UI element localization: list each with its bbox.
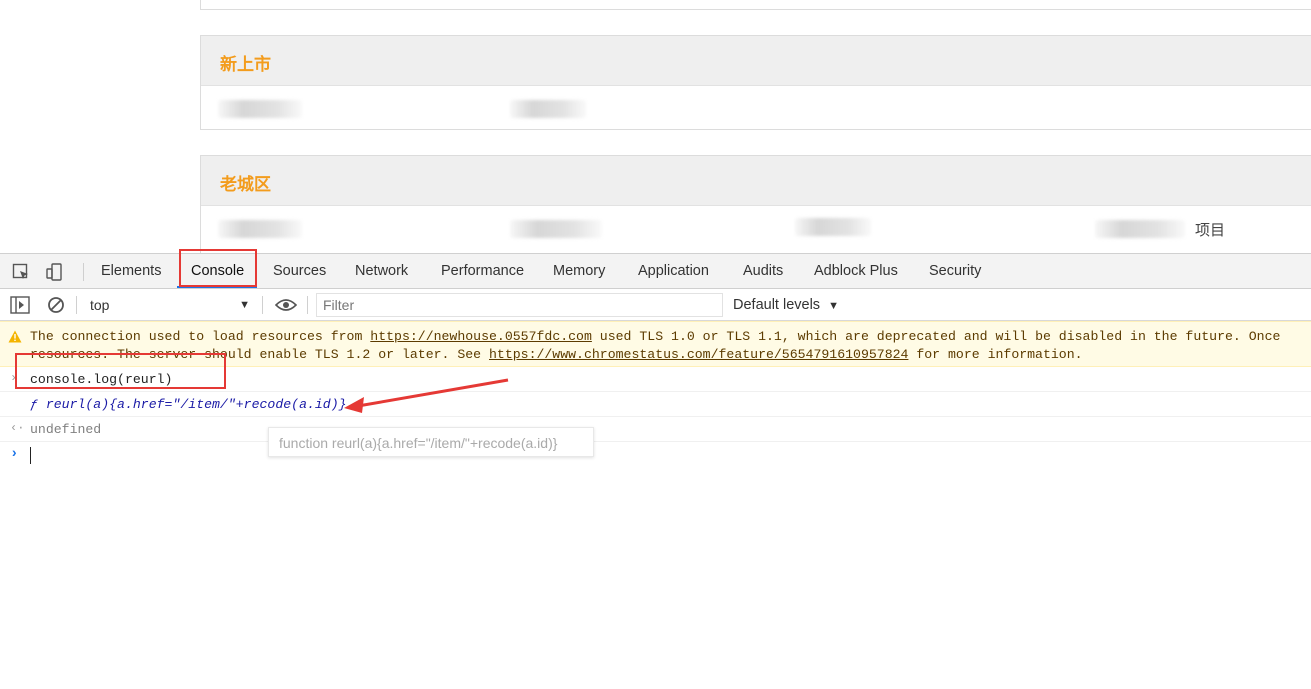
active-tab-indicator [177,286,257,288]
warning-text: resources. The server should enable TLS … [30,347,489,362]
chromestatus-link[interactable]: https://www.chromestatus.com/feature/565… [489,347,908,362]
console-prompt-caret[interactable] [30,447,31,464]
web-page: 新上市 老城区 项目 [0,0,1311,253]
section-header: 老城区 [201,156,1311,206]
listing-name-suffix[interactable]: 项目 [1195,219,1225,240]
section-new-listings: 新上市 [200,35,1311,130]
devtools-panel: Elements Console Sources Network Perform… [0,253,1311,689]
annotation-arrow-icon [344,378,509,413]
tab-memory[interactable]: Memory [553,263,605,279]
blurred-listing-name[interactable] [795,218,871,236]
inspect-element-icon[interactable] [12,263,30,281]
input-chevron-icon: › [10,371,18,385]
toolbar-divider [76,296,77,314]
console-warning-message: The connection used to load resources fr… [0,321,1311,367]
tab-sources[interactable]: Sources [273,263,326,279]
tab-elements[interactable]: Elements [101,263,161,279]
tab-adblock-plus[interactable]: Adblock Plus [814,263,898,279]
warning-line-1: The connection used to load resources fr… [30,329,1280,344]
warning-line-2: resources. The server should enable TLS … [30,347,1083,362]
console-filter-input[interactable] [316,293,723,317]
section-old-town: 老城区 项目 [200,155,1311,253]
toolbar-divider [307,296,308,314]
device-toolbar-icon[interactable] [46,263,64,281]
function-tooltip: function reurl(a){a.href="/item/"+recode… [268,427,594,457]
blurred-listing-name[interactable] [510,220,602,238]
console-result-row: ‹· undefined [0,417,1311,442]
console-input-text[interactable]: console.log(reurl) [30,372,172,387]
warning-text: used TLS 1.0 or TLS 1.1, which are depre… [591,329,1281,344]
execution-context-select[interactable]: top ▼ [82,293,256,317]
function-output-text[interactable]: ƒ reurl(a){a.href="/item/"+recode(a.id)} [30,397,347,412]
blurred-listing-name[interactable] [218,220,302,238]
blurred-listing-name[interactable] [1095,220,1185,238]
tab-network[interactable]: Network [355,263,408,279]
prompt-chevron-icon: › [10,446,19,462]
warning-icon [8,330,22,343]
section-header: 新上市 [201,36,1311,86]
console-input-row: › console.log(reurl) [0,367,1311,392]
toolbar-divider [262,296,263,314]
section-title: 老城区 [220,175,271,195]
blurred-listing-name[interactable] [510,100,586,118]
log-levels-dropdown[interactable]: Default levels ▼ [733,293,839,318]
warning-text: for more information. [908,347,1083,362]
live-expression-eye-icon[interactable] [275,298,297,312]
tab-security[interactable]: Security [929,263,981,279]
log-levels-label: Default levels [733,297,821,313]
section-title: 新上市 [220,55,271,75]
undefined-result-text: undefined [30,422,102,437]
devtools-tab-bar: Elements Console Sources Network Perform… [0,254,1311,289]
previous-section-box [200,0,1311,10]
dropdown-arrow-icon: ▼ [239,299,250,311]
tab-audits[interactable]: Audits [743,263,783,279]
clear-console-icon[interactable] [47,296,65,314]
console-output-row: ƒ reurl(a){a.href="/item/"+recode(a.id)} [0,392,1311,417]
warning-link[interactable]: https://newhouse.0557fdc.com [370,329,592,344]
tab-application[interactable]: Application [638,263,709,279]
toolbar-divider [83,263,84,281]
show-sidebar-icon[interactable] [10,296,30,314]
blurred-listing-name[interactable] [218,100,302,118]
warning-text: The connection used to load resources fr… [30,329,371,344]
console-toolbar: top ▼ Default levels ▼ [0,289,1311,321]
tab-console[interactable]: Console [191,263,244,279]
context-value: top [90,297,110,313]
tab-performance[interactable]: Performance [441,263,524,279]
result-arrow-icon: ‹· [10,421,25,435]
dropdown-arrow-icon: ▼ [828,300,839,312]
